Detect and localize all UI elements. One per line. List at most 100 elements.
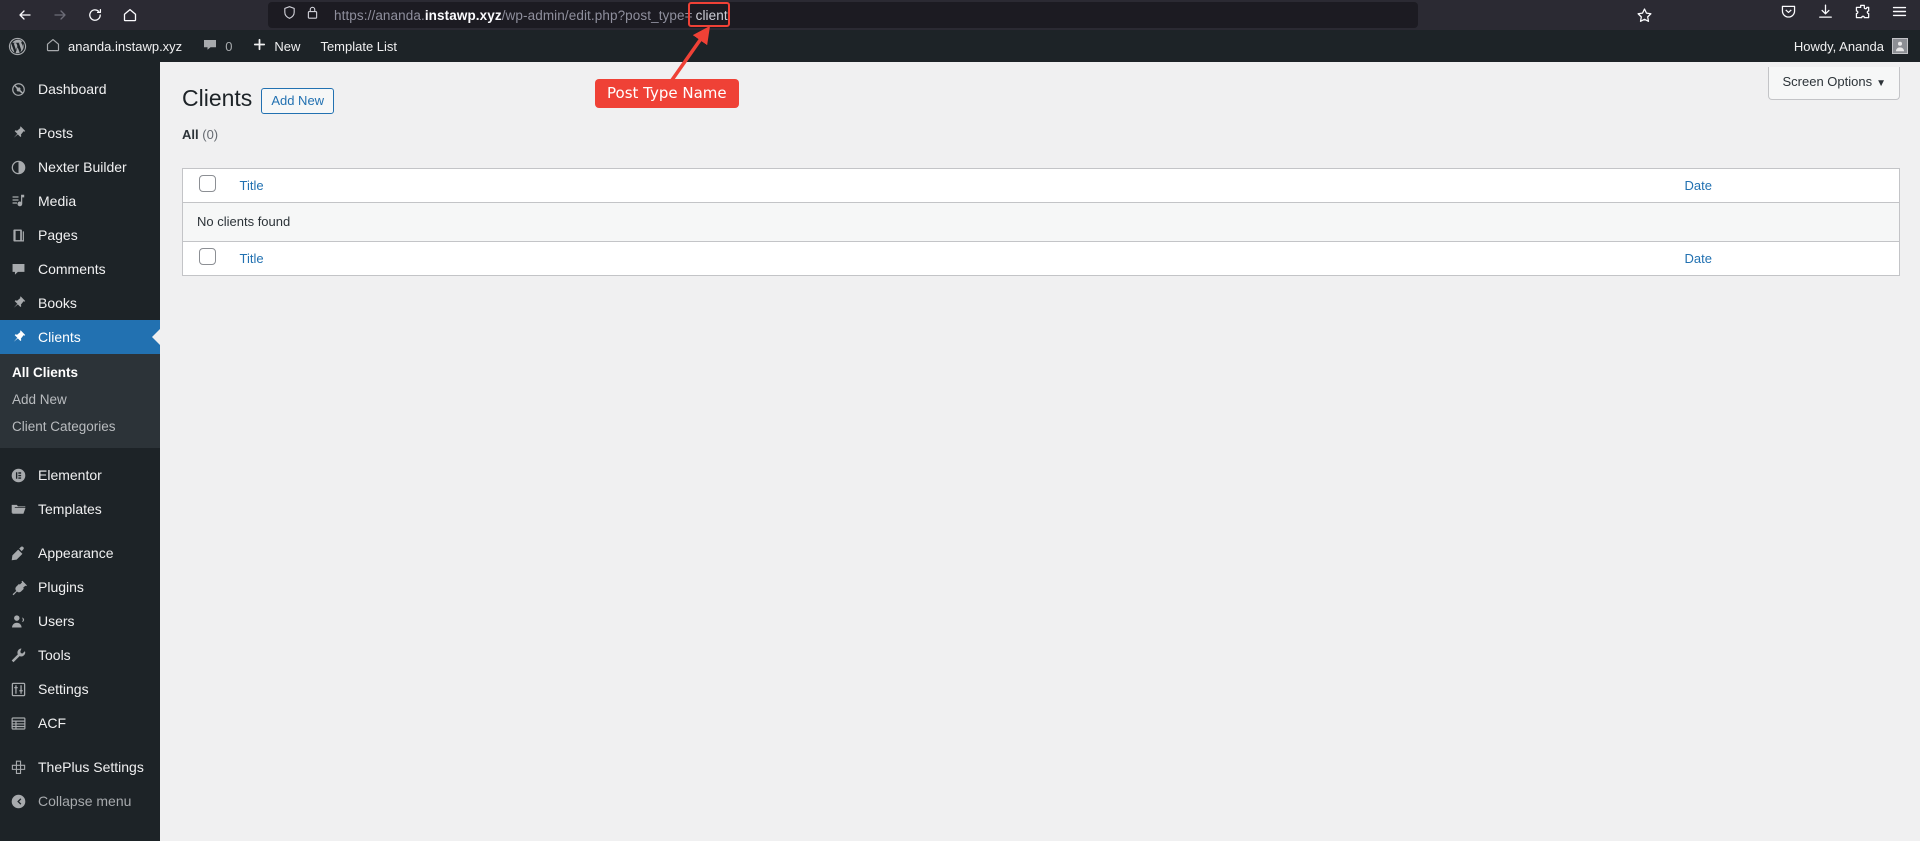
home-button[interactable] bbox=[115, 3, 144, 27]
filter-all-label[interactable]: All bbox=[182, 127, 199, 142]
pocket-icon[interactable] bbox=[1780, 3, 1797, 25]
sidebar-item-label: Books bbox=[38, 295, 77, 311]
forward-button[interactable] bbox=[45, 3, 74, 27]
sidebar-item-plugins[interactable]: Plugins bbox=[0, 570, 160, 604]
url-bar[interactable]: https://ananda.instawp.xyz/wp-admin/edit… bbox=[268, 2, 1418, 28]
page-header: Clients Add New bbox=[160, 62, 1920, 114]
sidebar-item-books[interactable]: Books bbox=[0, 286, 160, 320]
select-all-checkbox-footer[interactable] bbox=[199, 248, 216, 266]
sidebar-item-elementor[interactable]: Elementor bbox=[0, 458, 160, 492]
bookmark-star-icon[interactable] bbox=[1630, 3, 1659, 27]
page-title: Clients bbox=[182, 85, 253, 111]
adminbar-account[interactable]: Howdy, Ananda bbox=[1794, 30, 1914, 62]
sidebar-item-users[interactable]: Users bbox=[0, 604, 160, 638]
sidebar-item-label: Posts bbox=[38, 125, 74, 141]
sidebar-item-label: Users bbox=[38, 613, 75, 629]
screen-options-label: Screen Options bbox=[1782, 74, 1873, 89]
sidebar-item-pages[interactable]: Pages bbox=[0, 218, 160, 252]
comment-bubble-icon bbox=[202, 37, 218, 56]
screen-meta-links: Screen Options ▼ bbox=[1768, 67, 1900, 100]
sidebar-item-acf[interactable]: ACF bbox=[0, 706, 160, 740]
reload-button[interactable] bbox=[80, 3, 109, 27]
theplus-icon bbox=[8, 757, 28, 777]
clients-list-table: Title Date No clients found Title Date bbox=[182, 167, 1900, 276]
downloads-icon[interactable] bbox=[1817, 3, 1834, 25]
sidebar-item-tools[interactable]: Tools bbox=[0, 638, 160, 672]
url-subdomain: ananda. bbox=[375, 7, 425, 23]
column-header-title[interactable]: Title bbox=[228, 168, 1670, 202]
sidebar-item-label: Media bbox=[38, 193, 77, 209]
status-filter-links: All (0) bbox=[182, 127, 1920, 142]
folder-icon bbox=[8, 499, 28, 519]
column-footer-title[interactable]: Title bbox=[228, 241, 1670, 275]
comments-menu[interactable]: 0 bbox=[192, 30, 242, 62]
menu-spacer bbox=[0, 62, 160, 72]
appearance-icon bbox=[8, 543, 28, 563]
back-button[interactable] bbox=[10, 3, 39, 27]
browser-toolbar: https://ananda.instawp.xyz/wp-admin/edit… bbox=[0, 0, 1920, 30]
menu-separator bbox=[0, 106, 160, 116]
pin-icon bbox=[8, 123, 28, 143]
new-label: New bbox=[274, 38, 301, 54]
select-all-checkbox[interactable] bbox=[199, 175, 216, 193]
submenu-item-all-clients[interactable]: All Clients bbox=[0, 359, 160, 386]
sidebar-item-dashboard[interactable]: Dashboard bbox=[0, 72, 160, 106]
filter-all-count: (0) bbox=[202, 126, 219, 142]
menu-separator bbox=[0, 526, 160, 536]
acf-icon bbox=[8, 713, 28, 733]
sidebar-item-label: Templates bbox=[38, 501, 102, 517]
table-footer-row: Title Date bbox=[183, 241, 1900, 275]
url-text[interactable]: https://ananda.instawp.xyz/wp-admin/edit… bbox=[334, 8, 731, 23]
sidebar-item-settings[interactable]: Settings bbox=[0, 672, 160, 706]
submenu-item-client-categories[interactable]: Client Categories bbox=[0, 413, 160, 440]
extensions-icon[interactable] bbox=[1854, 3, 1871, 25]
pin-icon bbox=[8, 327, 28, 347]
elementor-icon bbox=[8, 465, 28, 485]
comments-count: 0 bbox=[225, 38, 233, 54]
howdy-label: Howdy, Ananda bbox=[1793, 38, 1884, 54]
sidebar-item-label: ACF bbox=[38, 715, 66, 731]
select-all-header bbox=[183, 168, 228, 202]
lock-icon[interactable] bbox=[305, 5, 320, 25]
column-footer-date[interactable]: Date bbox=[1670, 241, 1900, 275]
sidebar-item-label: Comments bbox=[38, 261, 106, 277]
sidebar-item-clients[interactable]: Clients bbox=[0, 320, 160, 354]
menu-separator bbox=[0, 448, 160, 458]
users-icon bbox=[8, 611, 28, 631]
sidebar-item-appearance[interactable]: Appearance bbox=[0, 536, 160, 570]
sidebar-item-templates[interactable]: Templates bbox=[0, 492, 160, 526]
settings-icon bbox=[8, 679, 28, 699]
template-list-menu[interactable]: Template List bbox=[310, 30, 407, 62]
collapse-menu-button[interactable]: Collapse menu bbox=[0, 784, 160, 818]
url-domain: instawp.xyz bbox=[424, 7, 502, 23]
sidebar-item-label: Nexter Builder bbox=[38, 159, 127, 175]
nexter-icon bbox=[8, 157, 28, 177]
site-name-label: ananda.instawp.xyz bbox=[68, 38, 183, 54]
shield-icon[interactable] bbox=[282, 5, 297, 25]
wordpress-logo-icon[interactable] bbox=[0, 30, 35, 62]
add-new-button[interactable]: Add New bbox=[261, 87, 335, 114]
submenu-item-add-new[interactable]: Add New bbox=[0, 386, 160, 413]
new-content-menu[interactable]: New bbox=[242, 30, 310, 62]
sidebar-item-posts[interactable]: Posts bbox=[0, 116, 160, 150]
sidebar-item-nexter-builder[interactable]: Nexter Builder bbox=[0, 150, 160, 184]
plus-icon bbox=[252, 37, 267, 55]
sidebar-item-media[interactable]: Media bbox=[0, 184, 160, 218]
pages-icon bbox=[8, 225, 28, 245]
chevron-down-icon: ▼ bbox=[1876, 78, 1886, 89]
sidebar-item-label: Tools bbox=[38, 647, 71, 663]
app-menu-icon[interactable] bbox=[1891, 3, 1908, 25]
dashboard-icon bbox=[8, 79, 28, 99]
site-name-menu[interactable]: ananda.instawp.xyz bbox=[35, 30, 192, 62]
url-protocol: https:// bbox=[334, 7, 376, 23]
main-content-area: Screen Options ▼ Clients Add New All (0) … bbox=[160, 62, 1920, 841]
screen-options-button[interactable]: Screen Options ▼ bbox=[1768, 67, 1900, 100]
pin-icon bbox=[8, 293, 28, 313]
column-header-date[interactable]: Date bbox=[1670, 168, 1900, 202]
clients-submenu: All Clients Add New Client Categories bbox=[0, 354, 160, 448]
url-path: /wp-admin/edit.php?post_type= bbox=[501, 7, 693, 23]
sidebar-item-label: Plugins bbox=[38, 579, 84, 595]
sidebar-item-label: Pages bbox=[38, 227, 78, 243]
sidebar-item-theplus-settings[interactable]: ThePlus Settings bbox=[0, 750, 160, 784]
sidebar-item-comments[interactable]: Comments bbox=[0, 252, 160, 286]
